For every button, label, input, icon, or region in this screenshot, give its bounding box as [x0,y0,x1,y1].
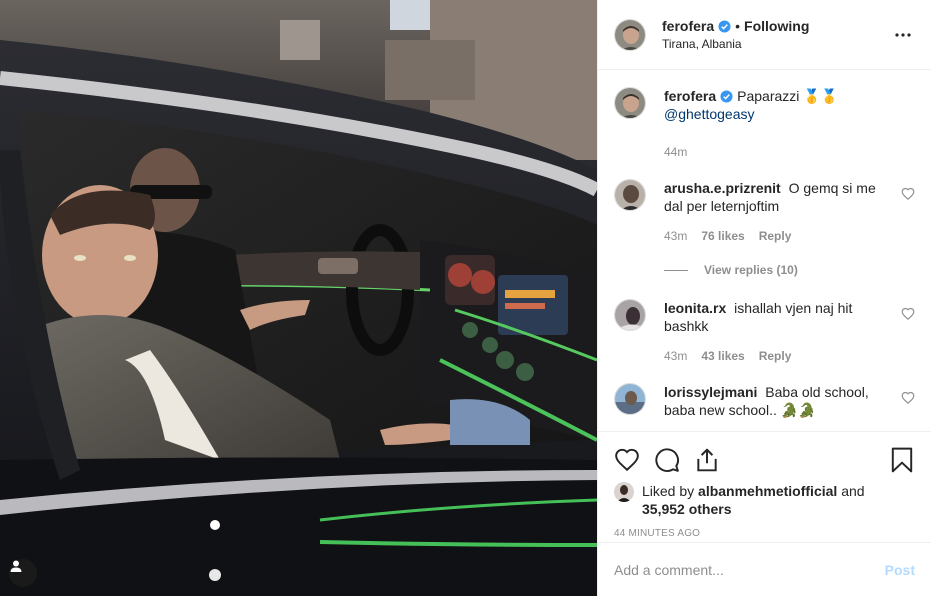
comment-bubble-icon[interactable] [654,447,680,473]
avatar-image [615,180,645,210]
liker-username[interactable]: albanmehmetiofficial [698,483,837,499]
tagged-users-button[interactable] [9,559,37,587]
comment-item: lorissylejmani Baba old school, baba new… [614,383,915,419]
comment-avatar[interactable] [614,299,646,331]
comment-likes[interactable]: 43 likes [701,347,744,365]
likes-summary: Liked by albanmehmetiofficial and 35,952… [614,482,915,518]
comment-item: arusha.e.prizrenit O gemq si me dal per … [614,179,915,245]
post-modal: ferofera • Following Tirana, Albania fer… [0,0,931,596]
reply-button[interactable]: Reply [759,347,792,365]
view-replies-line [664,269,688,271]
avatar-image [615,19,645,50]
photo-image [0,0,597,596]
like-comment-icon[interactable] [901,187,915,201]
caption-meta: 44m [664,143,891,161]
user-icon [10,560,22,572]
avatar-image [614,482,634,502]
avatar-image [615,300,645,330]
caption-avatar[interactable] [614,87,646,119]
comment-body: leonita.rx ishallah vjen naj hit bashkk … [664,299,915,365]
comments-area[interactable]: ferofera Paparazzi 🥇🥇 @ghettogeasy 44m a… [598,71,931,431]
avatar-image [615,384,645,414]
caption: ferofera Paparazzi 🥇🥇 @ghettogeasy 44m [614,87,915,161]
post-photo[interactable] [0,0,597,596]
verified-badge-icon [718,19,731,33]
comment-likes[interactable]: 76 likes [701,227,744,245]
view-replies-button[interactable]: View replies (10) [664,263,915,277]
caption-username[interactable]: ferofera [664,88,716,104]
liker-avatar[interactable] [614,482,634,502]
reply-button[interactable]: Reply [759,227,792,245]
like-heart-icon[interactable] [614,447,640,473]
comment-body: arusha.e.prizrenit O gemq si me dal per … [664,179,915,245]
share-icon[interactable] [694,447,720,473]
likes-text: Liked by albanmehmetiofficial and 35,952… [642,482,865,518]
author-username[interactable]: ferofera [662,18,714,34]
author-avatar[interactable] [614,18,646,51]
comment-username[interactable]: leonita.rx [664,300,726,316]
likes-prefix: Liked by [642,483,695,499]
likes-others[interactable]: 35,952 others [642,501,732,517]
comment-meta: 43m 76 likes Reply [664,227,891,245]
post-comment-button[interactable]: Post [885,562,915,578]
like-comment-icon[interactable] [901,307,915,321]
header-text: ferofera • Following Tirana, Albania [662,18,891,51]
header-line: ferofera • Following [662,18,891,34]
comment-time[interactable]: 43m [664,227,687,245]
add-comment-input[interactable] [614,561,885,578]
more-options-button[interactable] [891,23,915,47]
verified-badge-icon [720,90,733,103]
post-actions: Liked by albanmehmetiofficial and 35,952… [598,431,931,539]
post-header: ferofera • Following Tirana, Albania [598,0,931,70]
post-side-panel: ferofera • Following Tirana, Albania fer… [597,0,931,596]
caption-text: Paparazzi 🥇🥇 [737,88,839,104]
post-location[interactable]: Tirana, Albania [662,37,891,51]
likes-and: and [841,483,865,499]
caption-body: ferofera Paparazzi 🥇🥇 @ghettogeasy 44m [664,87,915,161]
avatar-image [615,88,645,118]
caption-mention[interactable]: @ghettogeasy [664,106,755,122]
add-comment-bar: Post [598,542,931,596]
comment-username[interactable]: lorissylejmani [664,384,757,400]
comment-item: leonita.rx ishallah vjen naj hit bashkk … [614,299,915,365]
action-icons [614,440,915,480]
following-button[interactable]: Following [744,18,809,34]
comment-meta: 43m 43 likes Reply [664,347,891,365]
bookmark-icon[interactable] [889,447,915,473]
post-timestamp[interactable]: 44 MINUTES AGO [614,528,915,539]
caption-time[interactable]: 44m [664,143,687,161]
comment-time[interactable]: 43m [664,347,687,365]
comment-avatar[interactable] [614,383,646,415]
comment-username[interactable]: arusha.e.prizrenit [664,180,781,196]
more-options-icon [895,32,911,37]
header-separator: • [735,18,741,34]
comment-body: lorissylejmani Baba old school, baba new… [664,383,915,419]
like-comment-icon[interactable] [901,391,915,405]
comment-avatar[interactable] [614,179,646,211]
view-replies-label: View replies (10) [704,263,798,277]
